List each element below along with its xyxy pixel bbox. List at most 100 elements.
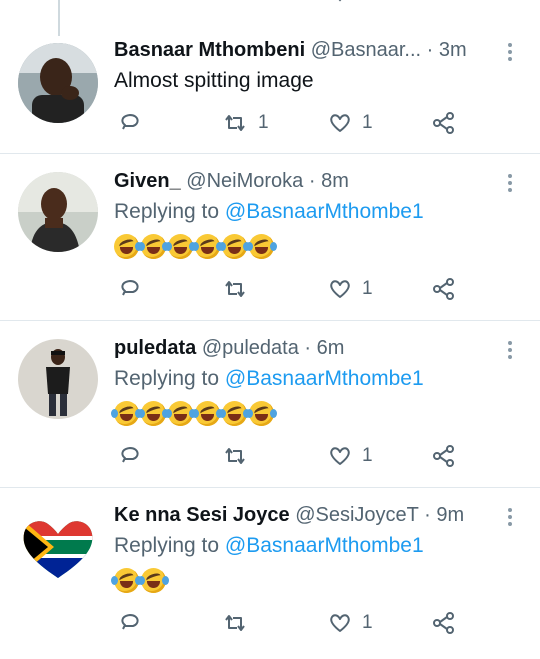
retweet-icon [225, 281, 245, 297]
replying-to: Replying to @BasnaarMthombe1 [114, 533, 424, 559]
heart-icon [330, 447, 350, 465]
tweet-actions: 1 [0, 277, 540, 303]
like-count: 1 [362, 445, 373, 466]
replying-label: Replying to [114, 200, 220, 223]
tweet-header: Given_ @NeiMoroka · 8m [114, 169, 349, 193]
emoji-row [111, 401, 277, 426]
tweet-actions: 1 [0, 444, 540, 470]
more-options-icon[interactable] [508, 338, 514, 362]
heart-icon [330, 614, 350, 632]
mention-link[interactable]: @BasnaarMthombe1 [225, 367, 424, 390]
share-button[interactable] [432, 444, 456, 468]
user-handle[interactable]: @puledata [202, 337, 299, 359]
tweet-header: puledata @puledata · 6m [114, 336, 344, 360]
tweet[interactable]: puledata @puledata · 6m Replying to @Bas… [0, 321, 540, 488]
grinning-sweat-emoji [114, 234, 142, 259]
tweet-header: Basnaar Mthombeni @Basnaar... · 3m [114, 38, 467, 62]
retweet-button[interactable] [222, 611, 258, 635]
reply-icon [121, 614, 139, 630]
like-button[interactable]: 1 [328, 444, 373, 468]
separator-dot: · [424, 504, 431, 526]
like-count: 1 [362, 612, 373, 633]
share-icon [433, 112, 454, 134]
emoji-row [114, 234, 277, 259]
timestamp[interactable]: 8m [321, 170, 349, 192]
reply-icon [121, 280, 139, 296]
reply-icon [121, 447, 139, 463]
replying-label: Replying to [114, 534, 220, 557]
rofl-emoji [165, 234, 196, 259]
rofl-emoji [111, 401, 142, 426]
reply-button[interactable] [118, 111, 152, 135]
tweet[interactable]: Ke nna Sesi Joyce @SesiJoyceT · 9m Reply… [0, 488, 540, 659]
reply-icon [121, 114, 139, 130]
like-count: 1 [362, 278, 373, 299]
rofl-emoji [219, 234, 250, 259]
display-name[interactable]: Ke nna Sesi Joyce [114, 504, 290, 526]
reply-button[interactable] [118, 611, 152, 635]
replying-to: Replying to @BasnaarMthombe1 [114, 366, 424, 392]
rofl-emoji [219, 401, 250, 426]
separator-dot: · [304, 337, 312, 359]
heart-icon [330, 280, 350, 298]
share-icon [433, 445, 454, 467]
replying-label: Replying to [114, 367, 220, 390]
rofl-emoji [138, 234, 169, 259]
more-options-icon[interactable] [508, 40, 514, 64]
timestamp[interactable]: 6m [317, 337, 345, 359]
rofl-emoji [111, 568, 142, 593]
separator-dot: · [308, 170, 316, 192]
display-name[interactable]: Basnaar Mthombeni [114, 39, 305, 61]
retweet-icon [225, 448, 245, 464]
retweet-button[interactable] [222, 444, 258, 468]
rofl-emoji [192, 234, 223, 259]
like-button[interactable]: 1 [328, 111, 373, 135]
user-handle[interactable]: @NeiMoroka [186, 170, 303, 192]
timestamp[interactable]: 3m [439, 39, 467, 61]
user-handle[interactable]: @Basnaar... [311, 39, 421, 61]
retweet-count: 1 [258, 112, 269, 133]
avatar[interactable] [18, 172, 98, 252]
display-name[interactable]: puledata [114, 337, 196, 359]
tweet[interactable]: Given_ @NeiMoroka · 8m Replying to @Basn… [0, 154, 540, 321]
share-button[interactable] [432, 277, 456, 301]
rofl-emoji [246, 234, 277, 259]
share-icon [433, 612, 454, 634]
tweet[interactable]: Basnaar Mthombeni @Basnaar... · 3m Almos… [0, 0, 540, 154]
heart-icon [330, 114, 350, 132]
avatar[interactable] [18, 339, 98, 419]
tweet-actions: 1 [0, 611, 540, 637]
share-button[interactable] [432, 111, 456, 135]
emoji-row [111, 568, 169, 593]
rofl-emoji [192, 401, 223, 426]
display-name[interactable]: Given_ [114, 170, 181, 192]
mention-link[interactable]: @BasnaarMthombe1 [225, 200, 424, 223]
retweet-icon [225, 115, 245, 131]
rofl-emoji [138, 568, 169, 593]
tweet-actions: 1 1 [0, 111, 540, 137]
tweet-text: Almost spitting image [114, 69, 314, 92]
retweet-icon [225, 615, 245, 631]
rofl-emoji [246, 401, 277, 426]
mention-link[interactable]: @BasnaarMthombe1 [225, 534, 424, 557]
tweet-header: Ke nna Sesi Joyce @SesiJoyceT · 9m [114, 503, 464, 527]
share-icon [433, 278, 454, 300]
retweet-button[interactable]: 1 [222, 111, 269, 135]
avatar[interactable] [18, 506, 98, 586]
rofl-emoji [138, 401, 169, 426]
user-handle[interactable]: @SesiJoyceT [295, 504, 418, 526]
reply-button[interactable] [118, 277, 152, 301]
retweet-button[interactable] [222, 277, 258, 301]
share-button[interactable] [432, 611, 456, 635]
like-button[interactable]: 1 [328, 277, 373, 301]
reply-button[interactable] [118, 444, 152, 468]
timestamp[interactable]: 9m [436, 504, 464, 526]
separator-dot: · [426, 39, 434, 61]
more-options-icon[interactable] [508, 171, 514, 195]
like-count: 1 [362, 112, 373, 133]
like-button[interactable]: 1 [328, 611, 373, 635]
rofl-emoji [165, 401, 196, 426]
south-africa-flag-heart-icon [23, 521, 93, 579]
replying-to: Replying to @BasnaarMthombe1 [114, 199, 424, 225]
more-options-icon[interactable] [508, 505, 514, 529]
